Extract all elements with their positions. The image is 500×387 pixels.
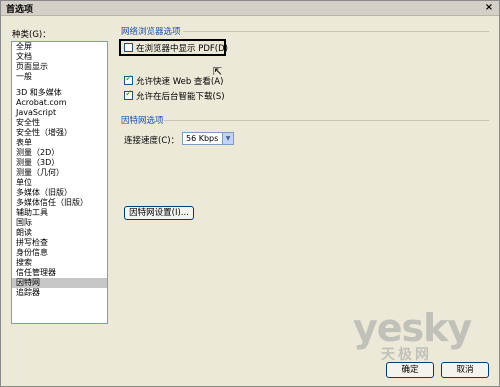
- category-item[interactable]: 页面显示: [12, 62, 107, 72]
- category-item[interactable]: 测量（3D）: [12, 158, 107, 168]
- category-item[interactable]: 一般: [12, 72, 107, 82]
- show-in-browser-checkbox[interactable]: [124, 43, 133, 52]
- category-item[interactable]: 全屏: [12, 42, 107, 52]
- fast-web-view-checkbox[interactable]: [124, 74, 133, 85]
- category-item[interactable]: 安全性: [12, 118, 107, 128]
- category-item[interactable]: 信任管理器: [12, 268, 107, 278]
- background-download-checkbox[interactable]: [124, 89, 133, 100]
- categories-label: 种类(G)：: [12, 30, 51, 40]
- browser-options-title: 网络浏览器选项: [121, 27, 181, 37]
- category-item[interactable]: 国际: [12, 218, 107, 228]
- category-item[interactable]: 测量（2D）: [12, 148, 107, 158]
- connection-speed-value: 56 Kbps: [186, 134, 219, 143]
- fast-web-view-label: 允许快速 Web 查看(A): [136, 77, 224, 87]
- category-item[interactable]: 单位: [12, 178, 107, 188]
- chevron-down-icon: ▼: [222, 133, 233, 144]
- category-item[interactable]: 多媒体信任（旧版）: [12, 198, 107, 208]
- connection-speed-label: 连接速度(C)：: [124, 136, 180, 146]
- category-item[interactable]: 文档: [12, 52, 107, 62]
- category-item[interactable]: JavaScript: [12, 108, 107, 118]
- window-title: 首选项: [6, 5, 34, 15]
- title-bar: 首选项 ×: [1, 1, 499, 16]
- category-item[interactable]: 朗读: [12, 228, 107, 238]
- category-item[interactable]: 拼写检查: [12, 238, 107, 248]
- preferences-dialog: 首选项 × 种类(G)： 全屏 文档 页面显示 一般 3D 和多媒体 Acrobat.co…: [0, 0, 500, 387]
- category-item[interactable]: Acrobat.com: [12, 98, 107, 108]
- category-item[interactable]: 搜索: [12, 258, 107, 268]
- browser-options-divider: [183, 31, 489, 32]
- category-item[interactable]: 多媒体（旧版）: [12, 188, 107, 198]
- background-download-label: 允许在后台智能下载(S): [136, 92, 225, 102]
- cancel-button[interactable]: 取消: [441, 362, 489, 378]
- category-item[interactable]: 测量（几何）: [12, 168, 107, 178]
- category-item[interactable]: 表单: [12, 138, 107, 148]
- category-item[interactable]: 因特网: [12, 278, 107, 288]
- category-item[interactable]: 追踪器: [12, 288, 107, 298]
- connection-speed-select[interactable]: 56 Kbps ▼: [182, 132, 234, 145]
- close-icon[interactable]: ×: [483, 2, 495, 14]
- category-item[interactable]: 安全性（增强）: [12, 128, 107, 138]
- category-item[interactable]: 3D 和多媒体: [12, 88, 107, 98]
- internet-options-title: 因特网选项: [121, 116, 164, 126]
- yesky-watermark-sub: 天极网: [381, 347, 432, 363]
- ok-button[interactable]: 确定: [386, 362, 434, 378]
- internet-settings-button[interactable]: 因特网设置(I)...: [124, 206, 194, 220]
- category-item[interactable]: 身份信息: [12, 248, 107, 258]
- internet-options-divider: [164, 120, 489, 121]
- categories-list[interactable]: 全屏 文档 页面显示 一般 3D 和多媒体 Acrobat.com JavaScript 安全…: [11, 41, 108, 324]
- show-in-browser-label: 在浏览器中显示 PDF(D): [136, 44, 228, 54]
- category-item[interactable]: 辅助工具: [12, 208, 107, 218]
